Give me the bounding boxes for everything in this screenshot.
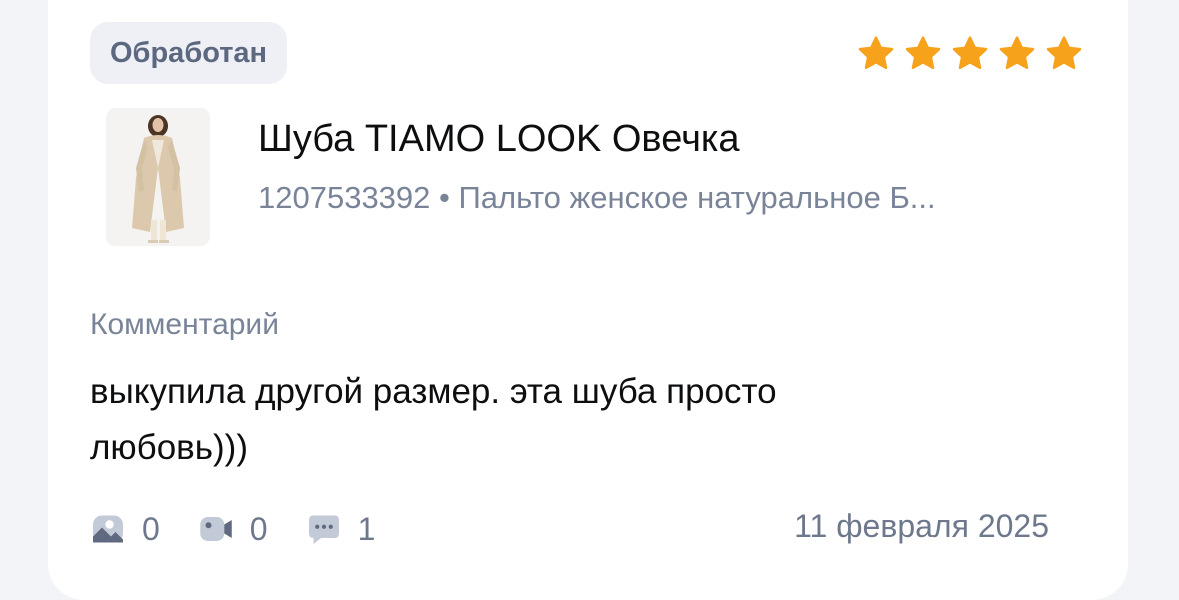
replies-counter[interactable]: 1 [306,510,376,548]
videos-count: 0 [249,510,268,547]
review-footer: 0 0 1 11 февраля 2025 [90,508,1089,550]
rating-stars [856,34,1084,74]
product-image[interactable] [106,108,210,246]
star-icon [858,36,894,70]
status-badge-label: Обработан [110,36,268,69]
photos-count: 0 [142,510,160,547]
star-icon [1046,36,1082,70]
replies-count: 1 [357,510,376,547]
photo-icon [93,515,123,543]
star-icon [952,36,988,70]
star-icon [999,36,1035,70]
product-photo [106,108,210,246]
star-icon [905,36,941,70]
product-article-and-name: 1207533392 • Пальто женское натуральное … [258,180,936,215]
photos-counter[interactable]: 0 [90,511,160,548]
comment-label: Комментарий [90,308,279,341]
comment-text: выкупила другой размер. эта шуба просто … [90,372,777,467]
product-title[interactable]: Шуба TIAMO LOOK Овечка [258,118,739,161]
comment-icon [308,515,339,544]
review-date: 11 февраля 2025 [794,508,1049,544]
video-icon [200,517,232,541]
videos-counter[interactable]: 0 [198,511,268,548]
status-badge: Обработан [90,22,288,84]
